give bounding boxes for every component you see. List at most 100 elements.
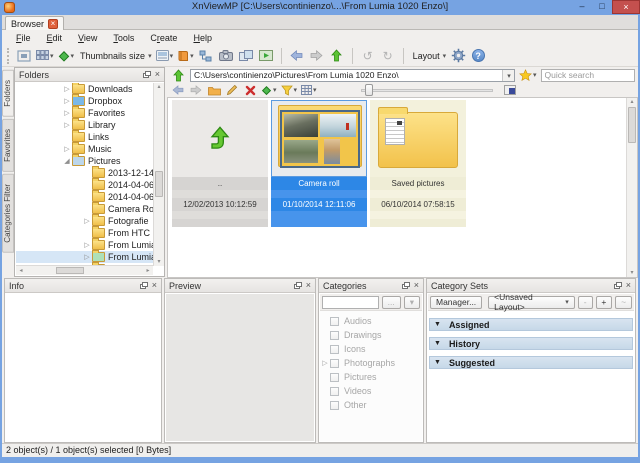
close-panel-icon[interactable]: ×	[152, 281, 157, 290]
tree-item-from-htc-hd[interactable]: From HTC HD	[16, 227, 153, 239]
tree-expander-icon[interactable]: ▷	[82, 241, 92, 249]
tree-item-fotografie[interactable]: ▷Fotografie	[16, 215, 153, 227]
category-checkbox[interactable]	[330, 373, 339, 382]
tree-expander-icon[interactable]: ▷	[82, 217, 92, 225]
thumbnail-view[interactable]: ..12/02/2013 10:12:59Camera roll01/10/20…	[167, 97, 638, 278]
back-button[interactable]	[171, 84, 185, 97]
slideshow-button[interactable]	[257, 47, 275, 65]
catalog-button[interactable]: ▾	[176, 47, 195, 65]
minimize-button[interactable]: –	[572, 0, 592, 14]
category-browse-button[interactable]: ...	[382, 296, 401, 309]
slider-handle[interactable]	[365, 84, 373, 96]
forward-button[interactable]	[189, 84, 203, 97]
tree-expander-icon[interactable]: ◢	[62, 157, 72, 165]
tree-item-from-lumia-1[interactable]: ▷From Lumia 1	[16, 251, 153, 263]
category-checkbox[interactable]	[330, 359, 339, 368]
close-panel-icon[interactable]: ×	[306, 281, 311, 290]
tree-expander-icon[interactable]: ▷	[62, 85, 72, 93]
scroll-down-icon[interactable]: ▾	[627, 269, 637, 277]
category-item-pictures[interactable]: Pictures	[320, 370, 422, 384]
category-item-other[interactable]: Other	[320, 398, 422, 412]
filter-button[interactable]: ▾	[281, 84, 298, 97]
tree-expander-icon[interactable]: ▷	[62, 121, 72, 129]
browser-vertical-scrollbar[interactable]: ▴ ▾	[626, 98, 637, 277]
tree-item-camera-roll[interactable]: Camera Roll	[16, 203, 153, 215]
menu-item-view[interactable]: View	[70, 33, 105, 43]
thumbnail-size-slider[interactable]	[361, 84, 493, 96]
dock-tab-folders[interactable]: Folders	[2, 70, 14, 117]
category-checkbox[interactable]	[330, 331, 339, 340]
scroll-down-icon[interactable]: ▾	[154, 258, 164, 266]
dock-tab-favorites[interactable]: Favorites	[2, 119, 14, 172]
dock-tab-categories-filter[interactable]: Categories Filter	[2, 174, 14, 253]
section-suggested[interactable]: ▼Suggested	[429, 356, 633, 369]
sort-button[interactable]: ▾	[261, 84, 277, 97]
float-panel-icon[interactable]	[140, 282, 148, 289]
tree-expander-icon[interactable]: ▷	[62, 97, 72, 105]
browse-subfolders-button[interactable]	[197, 47, 215, 65]
category-item-photographs[interactable]: ▷Photographs	[320, 356, 422, 370]
category-expander-icon[interactable]: ▷	[320, 359, 330, 367]
tree-item-2014-04-06-2[interactable]: 2014-04-06 (2	[16, 191, 153, 203]
scrollbar-thumb[interactable]	[628, 107, 636, 143]
capture-button[interactable]	[217, 47, 235, 65]
category-item-icons[interactable]: Icons	[320, 342, 422, 356]
scrollbar-thumb[interactable]	[155, 171, 163, 197]
menu-item-create[interactable]: Create	[142, 33, 185, 43]
tree-item-pictures[interactable]: ◢Pictures	[16, 155, 153, 167]
category-item-drawings[interactable]: Drawings	[320, 328, 422, 342]
new-folder-button[interactable]	[207, 84, 221, 97]
tree-item-favorites[interactable]: ▷Favorites	[16, 107, 153, 119]
delete-button[interactable]	[243, 84, 257, 97]
remove-set-button[interactable]: -	[578, 296, 593, 309]
scrollbar-thumb[interactable]	[56, 267, 84, 274]
slider-track[interactable]	[361, 89, 493, 92]
favorites-star-button[interactable]: ▾	[518, 66, 538, 84]
float-panel-icon[interactable]	[614, 282, 622, 289]
quick-search-input[interactable]	[541, 69, 635, 82]
forward-button[interactable]	[308, 47, 326, 65]
view-mode-button[interactable]: ▾	[35, 47, 55, 65]
float-panel-icon[interactable]	[143, 71, 151, 78]
tree-item-dropbox[interactable]: ▷Dropbox	[16, 95, 153, 107]
tree-horizontal-scrollbar[interactable]: ◂ ▸	[16, 265, 153, 275]
tree-item-2013-12-14[interactable]: 2013-12-14	[16, 167, 153, 179]
category-checkbox[interactable]	[330, 387, 339, 396]
rotate-ccw-button[interactable]: ↺	[359, 47, 377, 65]
browser-item-saved-pictures[interactable]: Saved pictures06/10/2014 07:58:15	[370, 100, 466, 227]
category-checkbox[interactable]	[330, 317, 339, 326]
back-button[interactable]	[288, 47, 306, 65]
add-set-button[interactable]: +	[596, 296, 613, 309]
scroll-up-icon[interactable]: ▴	[154, 83, 164, 91]
settings-button[interactable]	[449, 47, 467, 65]
tree-expander-icon[interactable]: ▷	[82, 253, 92, 261]
menu-item-edit[interactable]: Edit	[39, 33, 71, 43]
fit-thumbnail-button[interactable]	[503, 84, 517, 97]
float-panel-icon[interactable]	[402, 282, 410, 289]
category-dropdown-button[interactable]: ▾	[404, 296, 420, 309]
thumbnails-size-button[interactable]: Thumbnails size▾	[77, 47, 153, 65]
tree-item-links[interactable]: Links	[16, 131, 153, 143]
category-item-videos[interactable]: Videos	[320, 384, 422, 398]
view-mode-button[interactable]: ▾	[301, 84, 317, 97]
close-panel-icon[interactable]: ×	[155, 70, 160, 79]
category-checkbox[interactable]	[330, 345, 339, 354]
menu-item-tools[interactable]: Tools	[105, 33, 142, 43]
tree-item-from-lumia-9[interactable]: ▷From Lumia 9	[16, 239, 153, 251]
rotate-cw-button[interactable]: ↻	[379, 47, 397, 65]
fullscreen-button[interactable]	[15, 47, 33, 65]
up-button[interactable]	[328, 47, 346, 65]
tree-item-downloads[interactable]: ▷Downloads	[16, 83, 153, 95]
menu-item-file[interactable]: File	[8, 33, 39, 43]
scroll-right-icon[interactable]: ▸	[143, 267, 153, 276]
path-dropdown-icon[interactable]: ▾	[502, 70, 514, 81]
maximize-button[interactable]: □	[592, 0, 612, 14]
browser-item-camera-roll[interactable]: Camera roll01/10/2014 12:11:06	[271, 100, 367, 227]
scroll-up-icon[interactable]: ▴	[627, 98, 637, 106]
browser-item-[interactable]: ..12/02/2013 10:12:59	[172, 100, 268, 227]
tree-item-music[interactable]: ▷Music	[16, 143, 153, 155]
layout-button[interactable]: Layout▾	[410, 47, 448, 65]
labels-button[interactable]: ▾	[155, 47, 175, 65]
path-combobox[interactable]: C:\Users\continienzo\Pictures\From Lumia…	[190, 69, 515, 82]
category-checkbox[interactable]	[330, 401, 339, 410]
